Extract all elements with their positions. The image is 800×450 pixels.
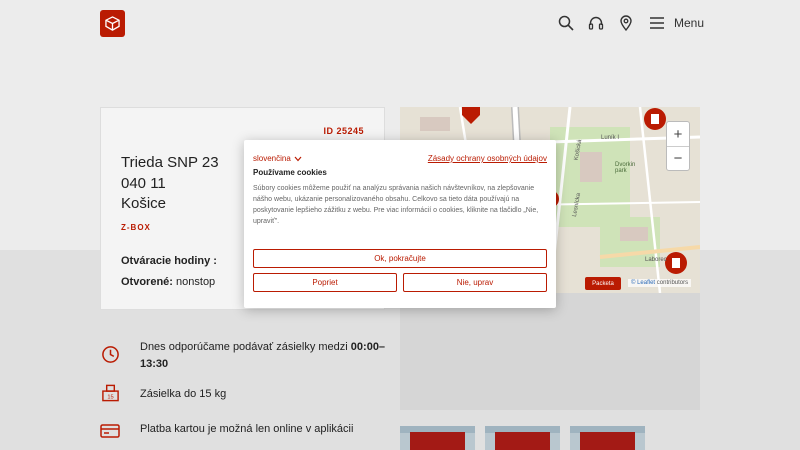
weight-box-icon: 15 [100, 383, 120, 403]
clock-icon [100, 344, 120, 364]
photo-thumbnail[interactable] [570, 426, 645, 450]
packeta-box-icon [105, 16, 120, 31]
map-attribution: © Leaflet contributors [628, 279, 692, 287]
map-placeholder-area [400, 293, 700, 410]
photo-thumbnail[interactable] [485, 426, 560, 450]
cookie-consent-dialog: slovenčina Zásady ochrany osobných údajo… [244, 140, 556, 308]
cookie-dialog-title: Používame cookies [253, 168, 327, 177]
zoom-in-button[interactable]: + [667, 122, 689, 146]
accept-cookies-button[interactable]: Ok, pokračujte [253, 249, 547, 268]
photo-thumbnail[interactable] [400, 426, 475, 450]
leaflet-link[interactable]: © Leaflet [631, 280, 655, 286]
open-status: Otvorené: nonstop [121, 276, 215, 288]
location-pin-icon[interactable] [617, 14, 635, 32]
map-park-label: Dvorkin park [615, 162, 636, 174]
chevron-down-icon [294, 156, 302, 161]
photo-zbox [495, 432, 550, 450]
map-packeta-badge: Packeta [585, 277, 621, 290]
reject-cookies-button[interactable]: Popriet [253, 273, 397, 292]
zoom-out-button[interactable]: − [667, 146, 689, 170]
pickup-point-type: Z-BOX [121, 223, 151, 232]
menu-label[interactable]: Menu [674, 16, 704, 30]
credit-card-icon [100, 421, 120, 441]
open-label: Otvorené: [121, 276, 173, 288]
map-street-label: Luník I [601, 135, 620, 141]
customize-cookies-button[interactable]: Nie, uprav [403, 273, 547, 292]
hamburger-menu-icon[interactable] [648, 14, 666, 32]
map-attribution-text: contributors [656, 280, 689, 286]
photo-zbox [580, 432, 635, 450]
address-street: Trieda SNP 23 [121, 154, 219, 171]
svg-text:15: 15 [107, 395, 113, 401]
language-selector[interactable]: slovenčina [253, 154, 302, 163]
address-city: Košice [121, 195, 167, 212]
map-street-label: Laborec [645, 257, 667, 263]
privacy-policy-link[interactable]: Zásady ochrany osobných údajov [428, 154, 547, 163]
photo-zbox [410, 432, 465, 450]
packeta-logo[interactable] [100, 10, 125, 37]
map-zoom-control[interactable]: + − [666, 121, 690, 171]
language-label: slovenčina [253, 154, 291, 163]
recommended-drop-time: Dnes odporúčame podávať zásielky medzi 0… [140, 339, 390, 373]
address-postal-code: 040 11 [121, 175, 166, 192]
headset-icon[interactable] [587, 14, 605, 32]
cookie-dialog-body: Súbory cookies môžeme použiť na analýzu … [253, 185, 539, 225]
pickup-point-id: ID 25245 [323, 126, 364, 136]
card-payment-text: Platba kartou je možná len online v apli… [140, 423, 354, 435]
opening-hours-label: Otváracie hodiny : [121, 255, 217, 267]
recommended-drop-text: Dnes odporúčame podávať zásielky medzi [140, 341, 351, 353]
open-value: nonstop [176, 276, 216, 288]
search-icon[interactable] [557, 14, 575, 32]
max-weight-text: Zásielka do 15 kg [140, 388, 227, 400]
